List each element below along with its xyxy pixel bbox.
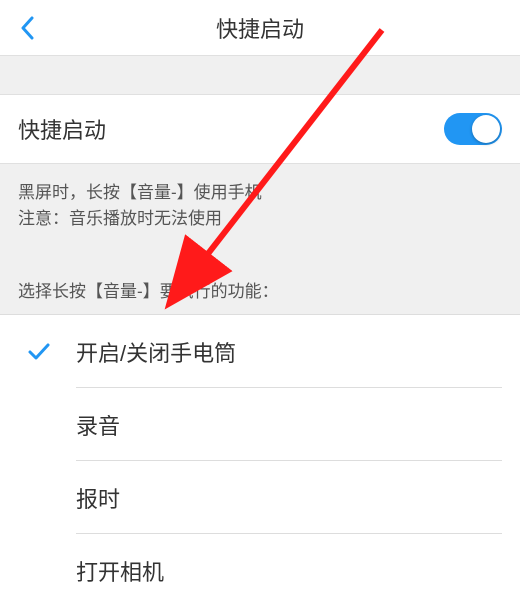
description-line-1: 黑屏时，长按【音量-】使用手机 xyxy=(18,180,502,206)
description-block: 黑屏时，长按【音量-】使用手机 注意：音乐播放时无法使用 xyxy=(0,164,520,231)
option-camera[interactable]: 打开相机 xyxy=(0,534,520,607)
option-label: 录音 xyxy=(76,409,120,441)
option-flashlight[interactable]: 开启/关闭手电筒 xyxy=(0,315,520,388)
section-hint: 选择长按【音量-】要执行的功能： xyxy=(0,231,520,314)
option-label: 报时 xyxy=(76,482,120,514)
switch-knob xyxy=(472,115,500,143)
option-label: 打开相机 xyxy=(76,555,164,587)
quick-launch-label: 快捷启动 xyxy=(18,113,106,145)
option-record[interactable]: 录音 xyxy=(0,388,520,461)
page-title: 快捷启动 xyxy=(216,12,304,44)
quick-launch-toggle-row[interactable]: 快捷启动 xyxy=(0,94,520,164)
chevron-left-icon xyxy=(20,16,34,40)
quick-launch-switch[interactable] xyxy=(444,113,502,145)
back-button[interactable] xyxy=(12,13,42,43)
option-label: 开启/关闭手电筒 xyxy=(76,336,236,368)
check-icon xyxy=(26,339,52,365)
description-line-2: 注意：音乐播放时无法使用 xyxy=(18,206,502,232)
header: 快捷启动 xyxy=(0,0,520,56)
option-time[interactable]: 报时 xyxy=(0,461,520,534)
option-list: 开启/关闭手电筒 录音 报时 打开相机 xyxy=(0,314,520,607)
